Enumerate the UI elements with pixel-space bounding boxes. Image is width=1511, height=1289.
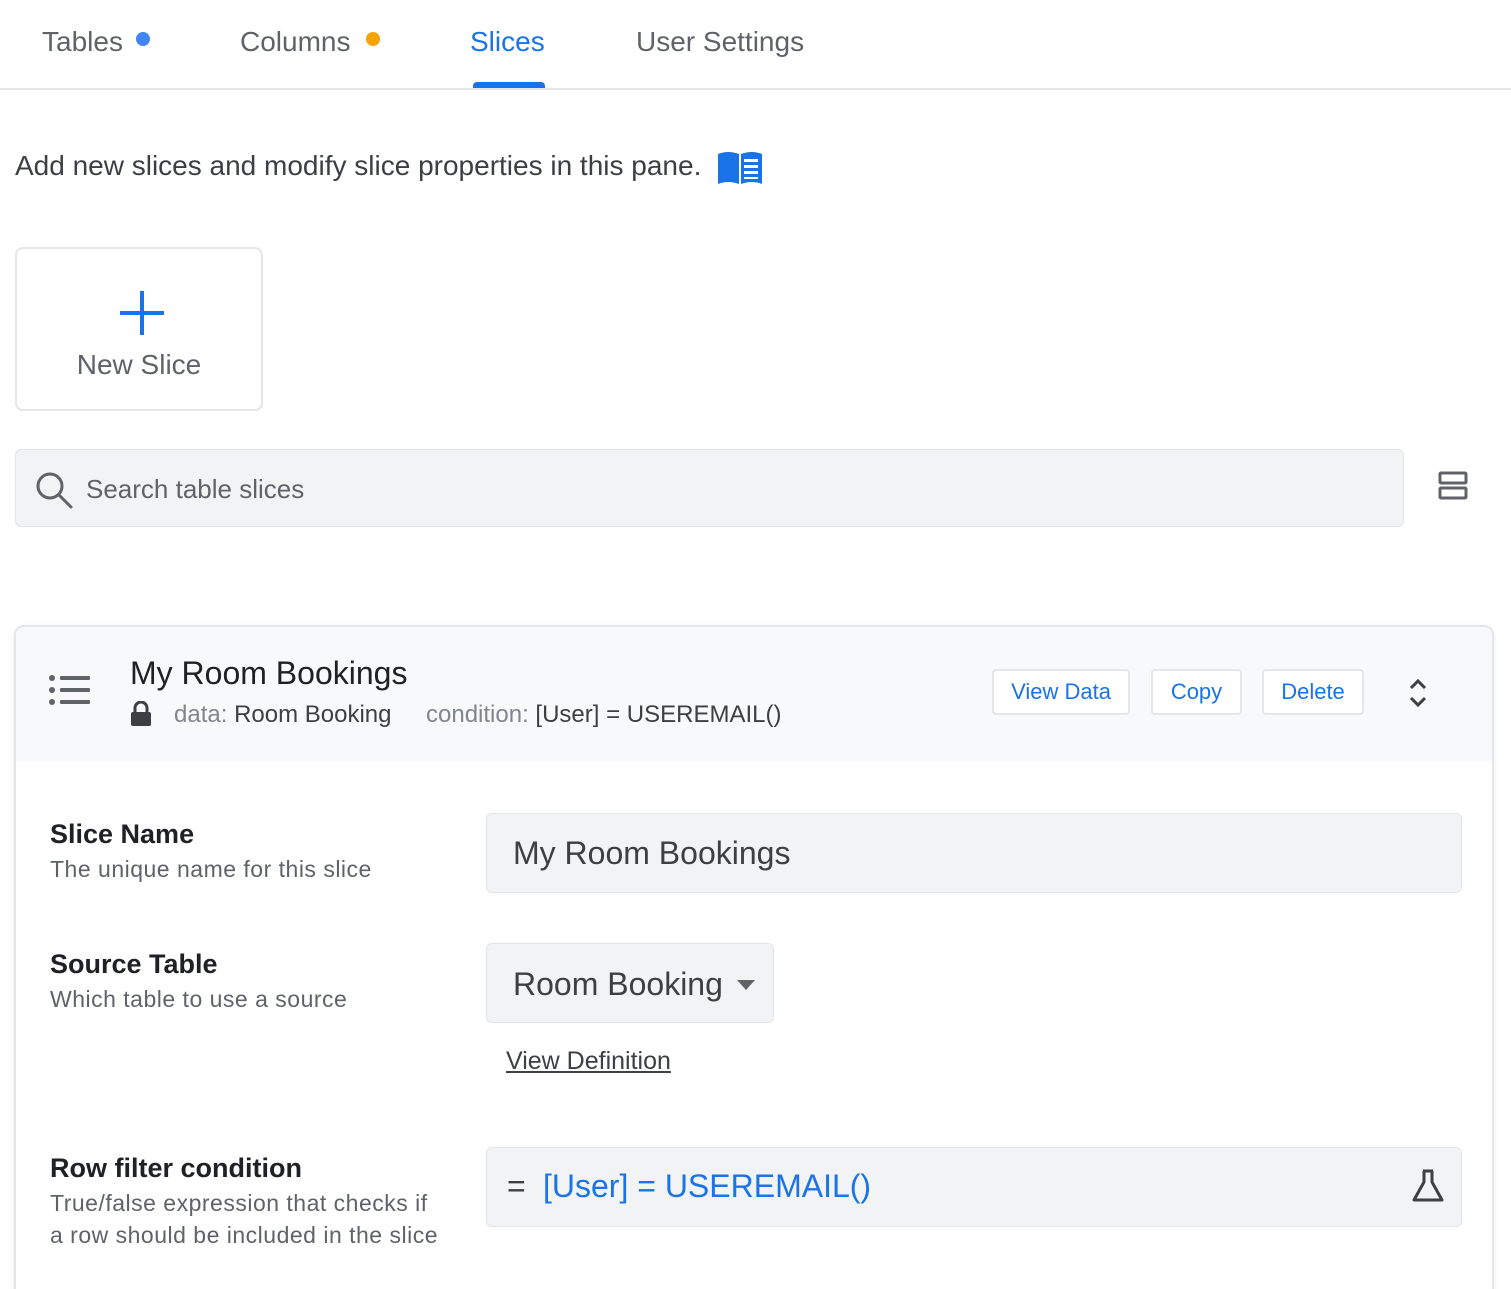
book-icon[interactable] (716, 150, 764, 186)
slice-name-label: Slice Name (50, 819, 195, 849)
delete-button[interactable]: Delete (1262, 669, 1364, 715)
meta-value: [User] = USEREMAIL() (535, 701, 782, 728)
meta-key: condition: (426, 701, 529, 728)
row-filter-expression-field[interactable]: = [User] = USEREMAIL() (486, 1147, 1462, 1227)
tab-columns[interactable]: Columns (240, 26, 380, 58)
search-input[interactable] (86, 468, 1386, 510)
plus-icon (120, 291, 164, 335)
slice-condition-meta: condition: [User] = USEREMAIL() (426, 701, 781, 729)
row-filter-help: True/false expression that checks if a r… (50, 1190, 439, 1248)
expression-text: [User] = USEREMAIL() (543, 1168, 872, 1204)
view-agenda-icon[interactable] (1437, 470, 1471, 502)
view-data-button[interactable]: View Data (992, 669, 1130, 715)
tab-bar: Tables Columns Slices User Settings (0, 0, 1511, 90)
search-icon (36, 472, 73, 509)
active-tab-indicator (473, 82, 545, 88)
tab-user-settings[interactable]: User Settings (636, 26, 804, 58)
row-filter-label: Row filter condition (50, 1153, 302, 1183)
meta-value: Room Booking (234, 701, 392, 728)
unsaved-badge (136, 32, 150, 46)
tab-tables[interactable]: Tables (42, 26, 150, 58)
source-table-help: Which table to use a source (50, 986, 348, 1012)
source-table-label: Source Table (50, 949, 218, 979)
slice-header[interactable]: My Room Bookings data: Room Booking cond… (16, 627, 1492, 761)
view-definition-link[interactable]: View Definition (506, 1047, 671, 1076)
lock-icon (131, 701, 151, 726)
expression-prefix: = (507, 1168, 526, 1204)
tab-slices[interactable]: Slices (470, 26, 545, 58)
pane-description: Add new slices and modify slice properti… (15, 150, 702, 181)
new-slice-label: New Slice (76, 349, 202, 380)
search-bar (15, 449, 1404, 527)
slice-name-input[interactable] (486, 813, 1462, 893)
copy-button[interactable]: Copy (1151, 669, 1242, 715)
source-table-select[interactable]: Room Booking (486, 943, 774, 1023)
unsaved-badge (366, 32, 380, 46)
tab-label: Tables (42, 26, 123, 57)
meta-key: data: (174, 701, 228, 728)
list-icon (49, 675, 90, 705)
slice-title: My Room Bookings (130, 655, 408, 691)
flask-icon[interactable] (1411, 1168, 1445, 1204)
tab-label: User Settings (636, 26, 805, 57)
new-slice-button[interactable]: New Slice (15, 247, 263, 411)
tab-label: Slices (470, 26, 545, 57)
selected-value: Room Booking (513, 966, 723, 1002)
chevron-down-icon (737, 980, 755, 990)
slice-name-help: The unique name for this slice (50, 856, 372, 882)
unfold-icon[interactable] (1404, 677, 1432, 709)
slice-panel: My Room Bookings data: Room Booking cond… (14, 625, 1494, 1289)
slice-data-meta: data: Room Booking (174, 701, 391, 729)
tab-label: Columns (240, 26, 351, 57)
